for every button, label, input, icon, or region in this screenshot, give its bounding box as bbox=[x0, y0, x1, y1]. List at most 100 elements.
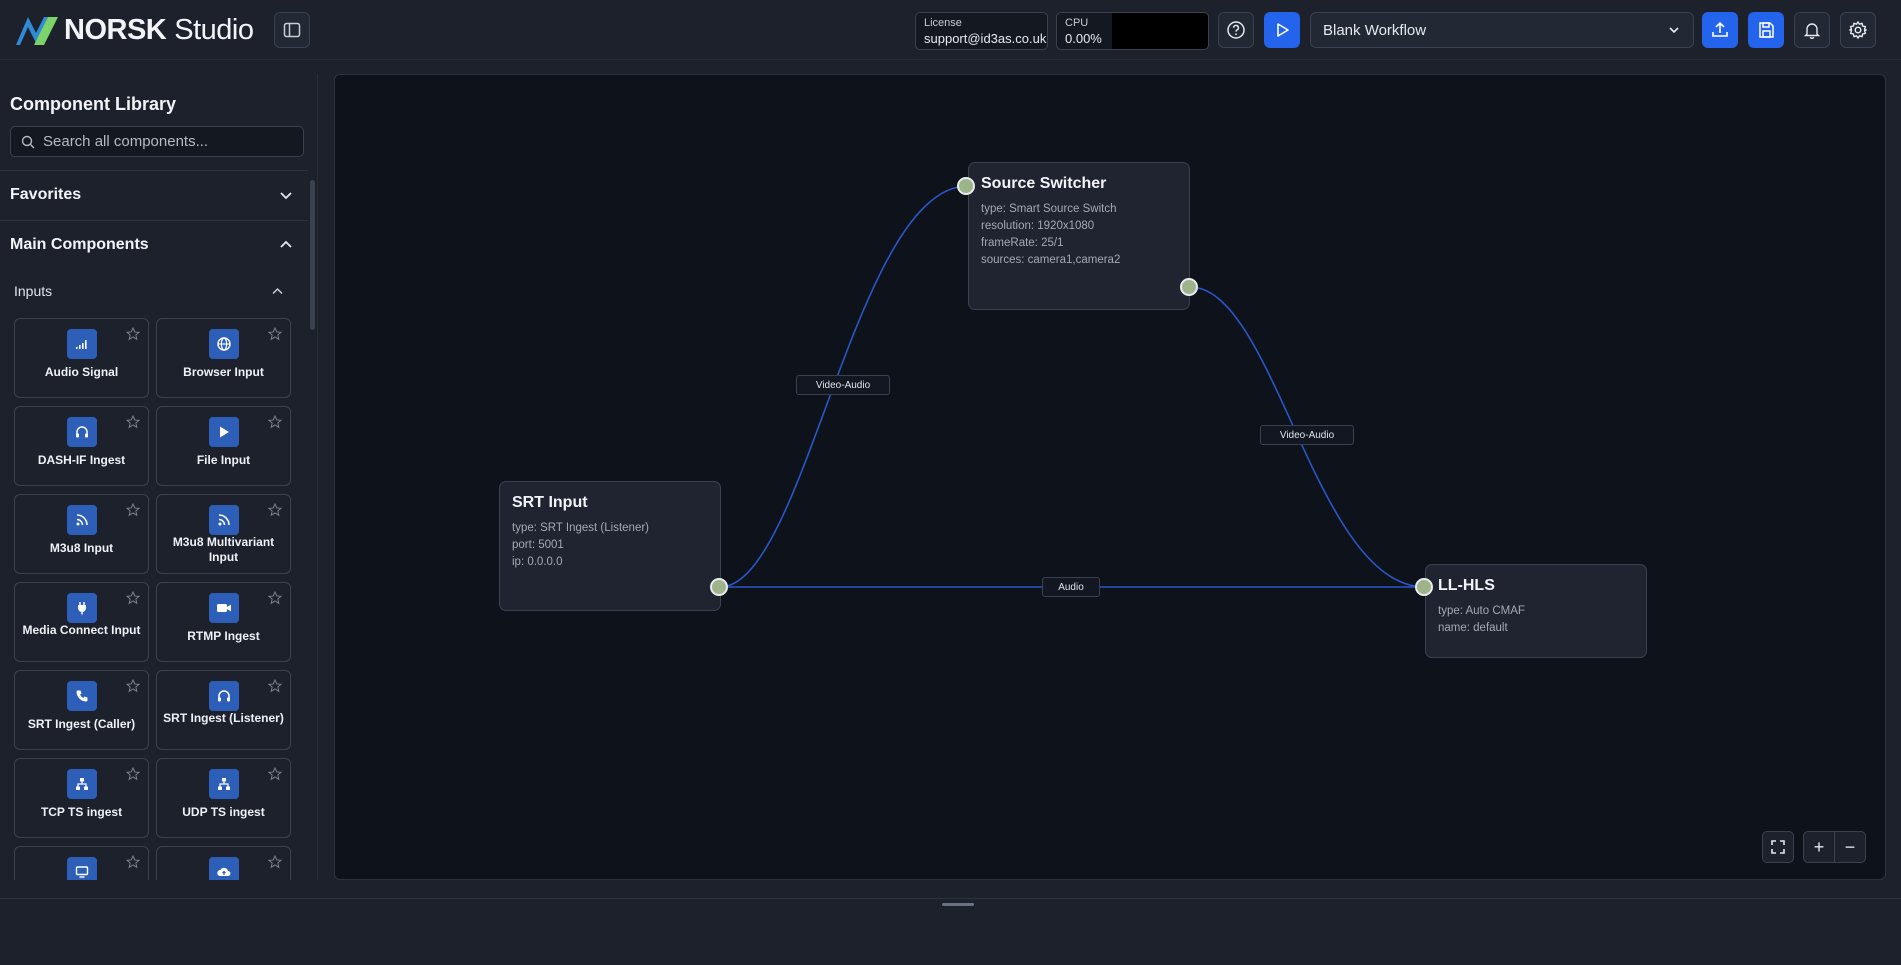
node-property: type: Smart Source Switch bbox=[981, 203, 1117, 215]
ll-hls-input-port[interactable] bbox=[1415, 578, 1433, 596]
notifications-button[interactable] bbox=[1794, 12, 1830, 48]
edge-label-srt-to-switcher[interactable]: Video-Audio bbox=[796, 375, 890, 395]
star-icon[interactable] bbox=[268, 327, 282, 341]
node-source-switcher[interactable]: Source Switcher type: Smart Source Switc… bbox=[968, 162, 1190, 310]
component-card-browser-input[interactable]: Browser Input bbox=[156, 318, 291, 398]
license-value: support@id3as.co.uk bbox=[924, 31, 1047, 46]
component-card-cloud-upload[interactable] bbox=[156, 846, 291, 880]
norsk-logo-icon bbox=[16, 17, 58, 45]
star-icon[interactable] bbox=[268, 855, 282, 869]
node-property: type: SRT Ingest (Listener) bbox=[512, 522, 650, 534]
edge-label-switcher-to-hls[interactable]: Video-Audio bbox=[1260, 425, 1354, 445]
app-brand: NORSK Studio bbox=[64, 13, 254, 47]
component-card-tcp-ts-ingest[interactable]: TCP TS ingest bbox=[14, 758, 149, 838]
component-card-label: Media Connect Input bbox=[22, 623, 141, 637]
component-card-rtmp-ingest[interactable]: RTMP Ingest bbox=[156, 582, 291, 662]
run-workflow-button[interactable] bbox=[1264, 12, 1300, 48]
settings-button[interactable] bbox=[1840, 12, 1876, 48]
component-card-label: UDP TS ingest bbox=[182, 805, 265, 819]
cloud-upload-icon bbox=[209, 857, 239, 880]
sidebar-toggle-button[interactable] bbox=[274, 12, 310, 48]
search-input[interactable] bbox=[43, 133, 283, 150]
sidebar-scrollbar[interactable] bbox=[310, 180, 315, 330]
component-card-label: DASH-IF Ingest bbox=[37, 453, 126, 467]
node-srt-input[interactable]: SRT Input type: SRT Ingest (Listener) po… bbox=[499, 481, 721, 611]
help-icon bbox=[1227, 21, 1245, 39]
star-icon[interactable] bbox=[268, 503, 282, 517]
headphones-icon bbox=[209, 681, 239, 711]
fit-view-button[interactable] bbox=[1762, 831, 1794, 863]
play-icon bbox=[1277, 23, 1289, 37]
workflow-select-value: Blank Workflow bbox=[1323, 21, 1427, 39]
inputs-subsection-header[interactable]: Inputs bbox=[0, 276, 308, 306]
component-card-m3u8-multivariant-input[interactable]: M3u8 Multivariant Input bbox=[156, 494, 291, 574]
star-icon[interactable] bbox=[126, 415, 140, 429]
brand-name: NORSK bbox=[64, 13, 167, 46]
component-card-label: SRT Ingest (Caller) bbox=[27, 717, 136, 731]
fullscreen-icon bbox=[1771, 840, 1785, 854]
component-card-udp-ts-ingest[interactable]: UDP TS ingest bbox=[156, 758, 291, 838]
component-card-label: TCP TS ingest bbox=[40, 805, 123, 819]
node-property: frameRate: 25/1 bbox=[981, 237, 1064, 249]
component-card-audio-signal[interactable]: Audio Signal bbox=[14, 318, 149, 398]
favorites-section-header[interactable]: Favorites bbox=[0, 170, 308, 218]
node-ll-hls[interactable]: LL-HLS type: Auto CMAF name: default bbox=[1425, 564, 1647, 658]
component-card-monitor[interactable] bbox=[14, 846, 149, 880]
zoom-out-button[interactable]: − bbox=[1834, 831, 1866, 863]
star-icon[interactable] bbox=[126, 327, 140, 341]
node-title: Source Switcher bbox=[981, 175, 1107, 192]
star-icon[interactable] bbox=[126, 591, 140, 605]
component-card-file-input[interactable]: File Input bbox=[156, 406, 291, 486]
source-switcher-output-port[interactable] bbox=[1180, 278, 1198, 296]
chevron-up-icon bbox=[272, 287, 283, 294]
search-box[interactable] bbox=[10, 126, 304, 157]
component-library-panel: Component Library Favorites Main Compone… bbox=[0, 74, 318, 880]
source-switcher-input-port[interactable] bbox=[957, 177, 975, 195]
save-button[interactable] bbox=[1748, 12, 1784, 48]
star-icon[interactable] bbox=[268, 415, 282, 429]
rss-icon bbox=[67, 505, 97, 535]
chevron-down-icon bbox=[1669, 27, 1679, 34]
video-camera-icon bbox=[209, 593, 239, 623]
edge-label-srt-to-hls[interactable]: Audio bbox=[1042, 577, 1100, 597]
star-icon[interactable] bbox=[268, 679, 282, 693]
cpu-box: CPU 0.00% bbox=[1056, 12, 1113, 50]
component-card-srt-ingest-listener[interactable]: SRT Ingest (Listener) bbox=[156, 670, 291, 750]
resize-handle[interactable] bbox=[942, 903, 974, 906]
star-icon[interactable] bbox=[126, 855, 140, 869]
headphones-icon bbox=[67, 417, 97, 447]
inputs-label: Inputs bbox=[14, 283, 53, 299]
rss-icon bbox=[209, 505, 239, 535]
component-card-m3u8-input[interactable]: M3u8 Input bbox=[14, 494, 149, 574]
star-icon[interactable] bbox=[126, 767, 140, 781]
component-card-srt-ingest-caller[interactable]: SRT Ingest (Caller) bbox=[14, 670, 149, 750]
search-icon bbox=[21, 135, 35, 148]
star-icon[interactable] bbox=[268, 767, 282, 781]
help-button[interactable] bbox=[1218, 12, 1254, 48]
plug-icon bbox=[67, 593, 97, 623]
star-icon[interactable] bbox=[126, 679, 140, 693]
component-card-label: Audio Signal bbox=[44, 365, 119, 379]
component-library-title: Component Library bbox=[10, 94, 177, 114]
component-card-label: SRT Ingest (Listener) bbox=[163, 711, 284, 725]
node-property: ip: 0.0.0.0 bbox=[512, 556, 563, 568]
workflow-select[interactable]: Blank Workflow bbox=[1310, 12, 1694, 48]
node-property: resolution: 1920x1080 bbox=[981, 220, 1095, 232]
main-components-section-header[interactable]: Main Components bbox=[0, 220, 308, 268]
export-button[interactable] bbox=[1702, 12, 1738, 48]
workflow-canvas[interactable]: Video-Audio Video-Audio Audio Source Swi… bbox=[334, 74, 1886, 880]
star-icon[interactable] bbox=[268, 591, 282, 605]
node-title: LL-HLS bbox=[1438, 577, 1495, 594]
srt-input-output-port[interactable] bbox=[710, 578, 728, 596]
cpu-graph bbox=[1112, 12, 1209, 50]
gear-icon bbox=[1849, 21, 1867, 39]
cpu-value: 0.00% bbox=[1065, 31, 1102, 46]
zoom-in-button[interactable]: + bbox=[1803, 831, 1835, 863]
component-card-label: M3u8 Multivariant Input bbox=[172, 535, 275, 564]
component-card-dash-if-ingest[interactable]: DASH-IF Ingest bbox=[14, 406, 149, 486]
node-title: SRT Input bbox=[512, 494, 588, 511]
cpu-label: CPU bbox=[1065, 17, 1089, 29]
star-icon[interactable] bbox=[126, 503, 140, 517]
component-card-label: File Input bbox=[196, 453, 251, 467]
component-card-media-connect-input[interactable]: Media Connect Input bbox=[14, 582, 149, 662]
